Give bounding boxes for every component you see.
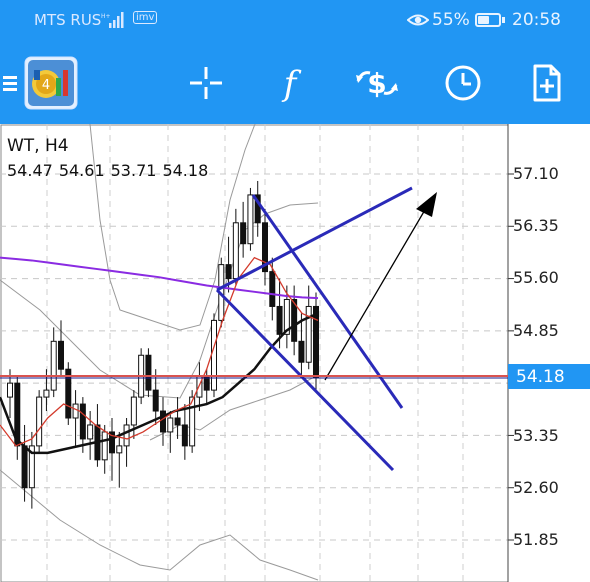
price-tick: 52.60 — [513, 478, 559, 497]
status-bar: MTS RUS H+ imv 55% 20:58 — [0, 0, 590, 42]
candle-body — [181, 424, 188, 447]
symbol-label: WT, H4 — [7, 136, 69, 156]
candle-body — [240, 222, 247, 245]
ohlc-close: 54.18 — [162, 161, 209, 180]
candle-body — [79, 403, 86, 440]
current-price-badge: 54.18 — [508, 364, 590, 389]
candle-body — [232, 222, 239, 280]
chart-grid — [0, 124, 514, 582]
new-order-button[interactable] — [530, 42, 564, 124]
battery-icon — [475, 13, 501, 27]
candle-body — [116, 445, 123, 454]
trade-icon: $ — [356, 67, 398, 100]
price-tick: 54.85 — [513, 321, 559, 340]
candle-body — [167, 417, 174, 433]
svg-text:4: 4 — [42, 78, 50, 93]
candle-body — [101, 431, 108, 461]
candle-body — [305, 305, 312, 363]
price-chart[interactable] — [0, 124, 590, 582]
candle-body — [174, 417, 181, 426]
candle-body — [43, 389, 50, 398]
price-tick: 55.60 — [513, 268, 559, 287]
bollinger-mid-lower — [149, 374, 319, 441]
battery-cap — [502, 17, 505, 23]
candle-body — [152, 389, 159, 412]
candle-body — [276, 305, 283, 335]
status-time: 20:58 — [512, 10, 561, 30]
price-tick: 51.85 — [513, 530, 559, 549]
crosshair-icon — [190, 67, 222, 99]
candle-body — [87, 424, 94, 440]
app-logo-icon: 4 — [24, 56, 78, 110]
history-button[interactable] — [443, 42, 483, 124]
signal-icon: H+ — [101, 12, 124, 28]
plot-frame — [0, 124, 509, 582]
candle-body — [72, 403, 79, 419]
svg-text:f: f — [281, 64, 302, 103]
candle-body — [247, 194, 254, 245]
imv-badge: imv — [133, 11, 158, 24]
candle-body — [130, 396, 137, 426]
chart-toolbar: 4 f $ — [0, 42, 590, 124]
eye-comfort-icon — [407, 14, 429, 26]
price-tick: 56.35 — [513, 216, 559, 235]
candle-body — [50, 340, 57, 391]
candle-body — [7, 382, 13, 398]
candle-body — [123, 424, 130, 447]
trade-button[interactable]: $ — [352, 42, 402, 124]
bollinger-bands — [0, 124, 319, 581]
candle-body — [58, 340, 64, 370]
ohlc-low: 53.71 — [110, 161, 157, 180]
indicators-button[interactable]: f — [272, 42, 308, 124]
candle-body — [313, 305, 319, 379]
menu-icon — [3, 76, 17, 91]
candle-body — [225, 264, 232, 280]
price-tick: 53.35 — [513, 426, 559, 445]
candle-body — [21, 445, 28, 489]
history-clock-icon — [445, 65, 481, 101]
battery-percent: 55% — [432, 10, 470, 30]
indicators-icon: f — [281, 64, 302, 103]
network-type-label: H+ — [101, 13, 111, 20]
candle-body — [269, 271, 276, 307]
carrier-label: MTS RUS — [34, 11, 102, 29]
ohlc-open: 54.47 — [7, 161, 53, 180]
candle-body — [36, 396, 43, 447]
ohlc-values: 54.47 54.61 53.71 54.18 — [7, 161, 214, 180]
candle-body — [145, 354, 152, 391]
arrow-head — [416, 192, 437, 217]
arrow-line — [324, 202, 430, 381]
app-logo-button[interactable]: 4 — [23, 42, 79, 124]
new-order-icon — [533, 64, 561, 102]
price-tick: 57.10 — [513, 164, 559, 183]
bollinger-lower — [0, 469, 319, 581]
crosshair-button[interactable] — [186, 42, 226, 124]
battery-level-fill — [478, 16, 489, 24]
candle-body — [211, 319, 217, 391]
menu-button[interactable] — [0, 42, 22, 124]
candle-body — [298, 340, 305, 363]
ohlc-high: 54.61 — [58, 161, 105, 180]
